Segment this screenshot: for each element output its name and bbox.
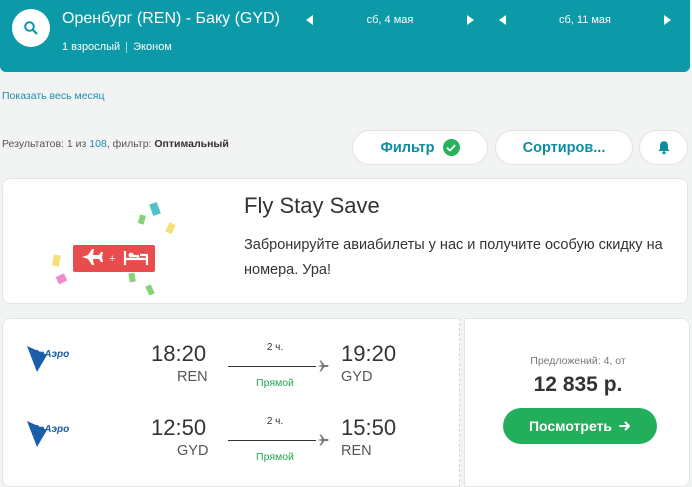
outbound-arrival-code: GYD <box>341 369 373 385</box>
results-count-link[interactable]: 108 <box>89 138 107 150</box>
promo-title: Fly Stay Save <box>244 193 380 218</box>
return-date[interactable]: сб, 11 мая <box>510 14 660 26</box>
sort-button[interactable]: Сортиров... <box>495 130 633 165</box>
offers-count: Предложений: 4, от <box>530 355 626 367</box>
results-summary: Результатов: 1 из 108, фильтр: Оптимальн… <box>2 138 229 150</box>
view-offer-button[interactable]: Посмотреть <box>503 408 657 444</box>
triangle-left-icon <box>306 15 313 25</box>
check-icon <box>442 139 460 156</box>
price-alert-button[interactable] <box>639 130 688 165</box>
promo-text: Забронируйте авиабилеты у нас и получите… <box>244 237 663 278</box>
trip-details[interactable]: 1 взрослый Эконом <box>62 41 172 53</box>
filter-value: Оптимальный <box>154 138 229 150</box>
airline-logo: ИрАэро <box>27 346 69 372</box>
plane-icon <box>317 434 329 446</box>
view-offer-label: Посмотреть <box>528 418 613 434</box>
search-button[interactable] <box>12 9 50 47</box>
airline-logo-text: ИрАэро <box>31 424 69 435</box>
depart-date[interactable]: сб, 4 мая <box>317 14 463 26</box>
inbound-flight-type: Прямой <box>256 451 294 463</box>
results-prefix: Результатов: 1 из <box>2 138 90 150</box>
depart-prev-button[interactable] <box>303 0 317 40</box>
show-whole-month-link[interactable]: Показать весь месяц <box>2 90 105 102</box>
filter-label: Фильтр <box>380 139 435 156</box>
outbound-flight-type: Прямой <box>256 377 294 389</box>
triangle-right-icon <box>664 15 671 25</box>
search-icon <box>24 21 38 35</box>
price: 12 835 р. <box>533 373 623 396</box>
inbound-departure-code: GYD <box>177 443 209 459</box>
filter-prefix: , фильтр: <box>106 138 155 150</box>
triangle-right-icon <box>467 15 474 25</box>
inbound-route-line <box>228 440 316 441</box>
cabin-class: Эконом <box>133 41 172 53</box>
sort-label: Сортиров... <box>522 139 606 156</box>
return-next-button[interactable] <box>660 0 674 40</box>
svg-text:+: + <box>109 253 115 265</box>
bell-icon <box>658 141 669 155</box>
airline-logo-text: ИрАэро <box>31 349 69 360</box>
outbound-departure-code: REN <box>177 369 208 385</box>
route-title[interactable]: Оренбург (REN) - Баку (GYD) <box>62 10 280 28</box>
search-header: Оренбург (REN) - Баку (GYD) 1 взрослый Э… <box>0 0 690 72</box>
outbound-duration: 2 ч. <box>266 342 284 353</box>
outbound-arrival-time: 19:20 <box>341 341 397 366</box>
depart-date-nav: сб, 4 мая <box>303 0 477 40</box>
filter-button[interactable]: Фильтр <box>352 130 488 165</box>
outbound-departure-time: 18:20 <box>151 341 207 366</box>
promo-illustration: + <box>52 201 176 295</box>
promo-card[interactable]: + Fly Stay Save Забронируйте авиабилеты … <box>2 178 688 304</box>
passengers-count: 1 взрослый <box>62 41 121 53</box>
triangle-left-icon <box>499 15 506 25</box>
inbound-duration: 2 ч. <box>266 416 284 427</box>
inbound-arrival-code: REN <box>341 443 372 459</box>
offer-panel: Предложений: 4, от 12 835 р. Посмотреть <box>464 318 690 487</box>
arrow-right-icon <box>619 421 631 431</box>
divider <box>126 41 128 53</box>
depart-next-button[interactable] <box>463 0 477 40</box>
airline-logo: ИрАэро <box>27 421 69 447</box>
return-prev-button[interactable] <box>496 0 510 40</box>
flight-ticket-card[interactable]: ИрАэро 18:20 REN 2 ч. Прямой 19:20 GYD И… <box>2 318 460 487</box>
plane-icon <box>317 360 329 372</box>
return-date-nav: сб, 11 мая <box>496 0 674 40</box>
outbound-route-line <box>228 366 316 367</box>
inbound-arrival-time: 15:50 <box>341 415 397 440</box>
inbound-departure-time: 12:50 <box>151 415 207 440</box>
